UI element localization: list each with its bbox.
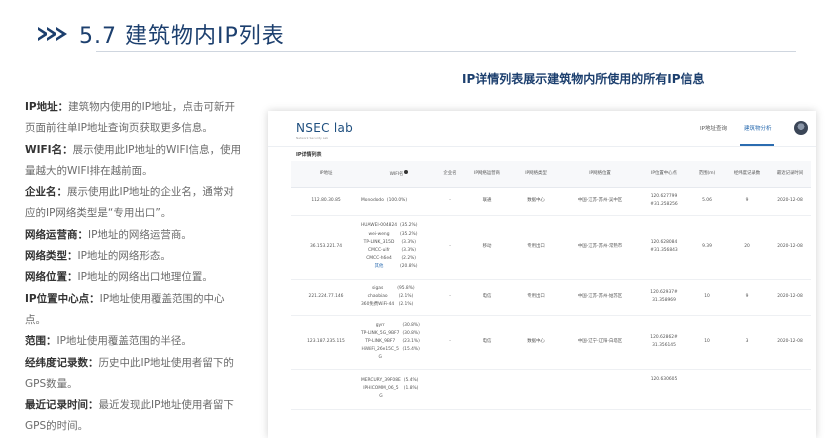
section-title: IP详情列表 [296,152,322,158]
wifi-cell: HUAWEI-004824 wei-weng TP-LINK_315D CMCC-ui… [361,215,437,280]
col-net-type: IP网络类型 [511,161,561,188]
records-cell [725,369,769,410]
isp-cell: 电信 [463,279,511,316]
desc-line: GPS数量。 [25,377,78,390]
table-row: MERCURY_39F08E IPHICOMM_06_5 G (5.4%) (1.8%… [291,369,811,410]
range-cell: 10 [689,315,725,370]
records-cell: 9 [725,279,769,316]
desc-line: IP位置中心点：IP地址使用覆盖范围的中心点。 [25,292,225,326]
range-cell: 5.06 [689,187,725,216]
last-time-cell: 2020-12-08 [769,215,811,280]
ip-link[interactable]: 36.153.221.74 [291,215,361,280]
slide-subtitle: IP详情列表展示建筑物内所使用的所有IP信息 [462,72,705,86]
col-records: 经纬度记录数 [725,161,769,188]
records-cell: 3 [725,315,769,370]
desc-line: 企业名：展示使用此IP地址的企业名，通常对 [25,186,234,199]
range-cell [689,369,725,410]
center-cell: 120.62937# 31.358969 [639,279,689,316]
info-icon[interactable] [404,169,409,174]
slide-header: 5.7 建筑物内IP列表 [38,16,285,52]
col-range: 范围(m) [689,161,725,188]
desc-line: GPS的时间。 [25,420,89,433]
wifi-cell: Monododo (100.0%) [361,187,437,216]
company-cell: - [437,279,463,316]
center-cell: 120.62862# 31.356145 [639,315,689,370]
desc-line: WIFI名：展示使用此IP地址的WIFI信息，使用 [25,143,242,156]
table-row: 221.224.77.146 sigas chaobiao 360免费WiFi-44… [291,279,811,316]
wifi-cell: MERCURY_39F08E IPHICOMM_06_5 G (5.4%) (1.8%… [361,369,437,410]
isp-cell: 电信 [463,315,511,370]
col-net-location: IP网络位置 [561,161,639,188]
last-time-cell: 2020-12-08 [769,279,811,316]
location-cell [561,369,639,410]
logo-subtitle: Network Security Lab [296,136,329,140]
ip-link[interactable]: 221.224.77.146 [291,279,361,316]
last-time-cell [769,369,811,410]
nsec-logo[interactable]: NSEC lab [296,121,353,135]
field-descriptions: IP地址：建筑物内使用的IP地址，点击可新开 页面前往单IP地址查询页获取更多信… [25,97,245,438]
active-nav-indicator [740,144,774,146]
user-avatar[interactable] [794,121,808,135]
col-center: IP位置中心点 [639,161,689,188]
isp-cell: 联通 [463,187,511,216]
nav-building-analysis[interactable]: 建筑物分析 [744,124,772,132]
desc-line: 范围：IP地址使用覆盖范围的半径。 [25,335,192,348]
slide-title: 5.7 建筑物内IP列表 [79,24,285,49]
col-last-time: 最近记录时间 [769,161,811,188]
last-time-cell: 2020-12-08 [769,187,811,216]
net-type-cell: 数据中心 [511,187,561,216]
desc-line: 网络运营商：IP地址的网络运营商。 [25,228,192,241]
desc-line: 网络类型：IP地址的网络形态。 [25,250,171,263]
app-screenshot: NSEC lab Network Security Lab IP地址查询 建筑物… [268,111,816,438]
col-isp: IP网络运营商 [463,161,511,188]
desc-line: 应的IP网络类型是“专用出口”。 [25,207,172,220]
desc-line: 量越大的WIFI排在越前面。 [25,164,153,177]
isp-cell [463,369,511,410]
net-type-cell: 专用出口 [511,279,561,316]
desc-line: 最近记录时间：最近发现此IP地址使用者留下 [25,399,234,412]
range-cell: 10 [689,279,725,316]
location-cell: 中国-江苏-苏州-常熟市 [561,215,639,280]
company-cell: - [437,215,463,280]
ip-link[interactable]: 123.187.235.115 [291,315,361,370]
records-cell: 9 [725,187,769,216]
nav-ip-lookup[interactable]: IP地址查询 [700,124,727,132]
location-cell: 中国-江苏-苏州-吴中区 [561,187,639,216]
more-wifi-link[interactable]: 其他 [361,263,397,271]
chevron-arrows-icon [38,27,67,41]
table-row: 123.187.235.115 gyrr TP-LINK_5G_9BF7 TP-LI… [291,315,811,370]
table-header-row: IP地址 WIFI名 企业名 IP网络运营商 IP网络类型 IP网络位置 IP位… [291,161,811,188]
center-cell: 120.630605 [639,369,689,410]
location-cell: 中国-江苏-苏州-姑苏区 [561,279,639,316]
location-cell: 中国-辽宁-辽阳-白塔区 [561,315,639,370]
col-ip: IP地址 [291,161,361,188]
range-cell: 9.39 [689,215,725,280]
desc-line: 网络位置：IP地址的网络出口地理位置。 [25,271,213,284]
center-cell: 120.628084 #31.356843 [639,215,689,280]
company-cell: - [437,187,463,216]
net-type-cell [511,369,561,410]
desc-line: 经纬度记录数：历史中此IP地址使用者留下的 [25,356,234,369]
wifi-cell: sigas chaobiao 360免费WiFi-44 (95.8%) (2.1%)(… [361,279,437,316]
desc-line: 页面前往单IP地址查询页获取更多信息。 [25,122,213,135]
net-type-cell: 数据中心 [511,315,561,370]
ip-link[interactable]: 112.80.30.85 [291,187,361,216]
col-wifi: WIFI名 [361,161,437,188]
net-type-cell: 专用出口 [511,215,561,280]
desc-line: IP地址：建筑物内使用的IP地址，点击可新开 [25,101,236,113]
header-divider [96,51,796,52]
company-cell [437,369,463,410]
app-topbar: NSEC lab Network Security Lab IP地址查询 建筑物… [268,111,816,147]
last-time-cell: 2020-12-08 [769,315,811,370]
table-row: 112.80.30.85 Monododo (100.0%) - 联通 数据中心… [291,187,811,216]
isp-cell: 移动 [463,215,511,280]
center-cell: 120.627799 #31.258256 [639,187,689,216]
wifi-cell: gyrr TP-LINK_5G_9BF7 TP-LINK_9BF7 HiWiFi_26… [361,315,437,370]
table-row: 36.153.221.74 HUAWEI-004824 wei-weng TP-LI… [291,215,811,280]
col-company: 企业名 [437,161,463,188]
records-cell: 20 [725,215,769,280]
ip-table: IP地址 WIFI名 企业名 IP网络运营商 IP网络类型 IP网络位置 IP位… [291,161,811,410]
ip-link[interactable] [291,369,361,410]
company-cell: - [437,315,463,370]
